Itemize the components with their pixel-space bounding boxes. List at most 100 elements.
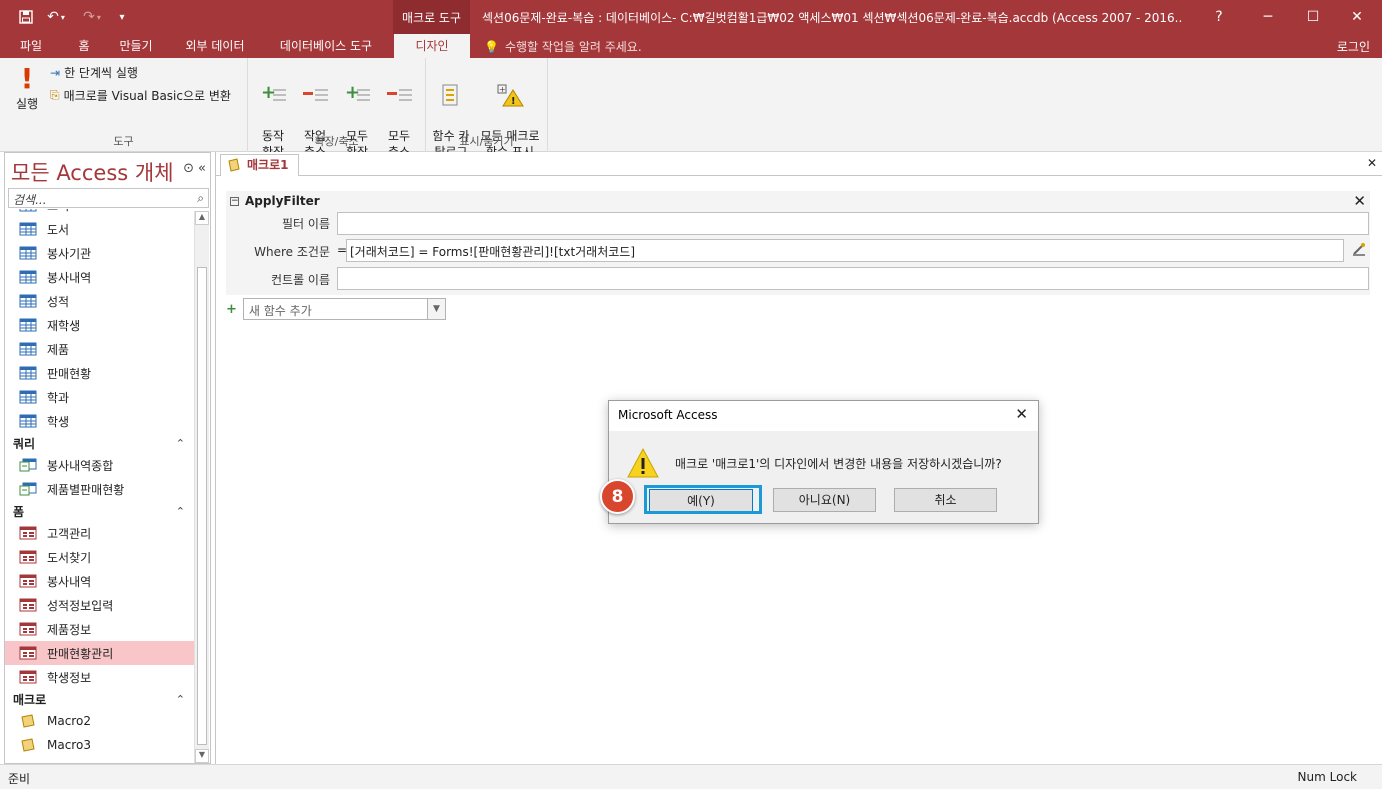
table-item[interactable]: 봉사기관 — [5, 241, 195, 265]
form-item[interactable]: 도서찾기 — [5, 545, 195, 569]
no-button[interactable]: 아니요(N) — [773, 488, 876, 512]
ribbon-group-show-hide: 함수 카 탈로그 +! 모든 매크로 함수 표시 표시/숨기기 — [426, 58, 548, 159]
save-icon[interactable] — [14, 6, 38, 28]
action-name: ApplyFilter — [245, 194, 320, 208]
collapse-actions-icon — [296, 78, 334, 112]
show-all-actions-icon: +! — [476, 78, 544, 112]
table-item[interactable]: 판매현황 — [5, 361, 195, 385]
table-item[interactable]: 도서 — [5, 217, 195, 241]
maximize-button[interactable]: ☐ — [1293, 6, 1333, 28]
applyfilter-action-block[interactable]: − ApplyFilter ✕ 필터 이름 Where 조건문 = [거래처코드… — [226, 191, 1370, 295]
nav-category-macros[interactable]: 매크로 ⌃ — [5, 689, 195, 709]
tab-external-data[interactable]: 외부 데이터 — [174, 34, 256, 58]
status-bar: 준비 Num Lock — [0, 764, 1382, 789]
customize-qat-icon[interactable]: ▾ — [110, 6, 134, 28]
sign-in-link[interactable]: 로그인 — [1337, 38, 1370, 55]
table-item[interactable]: 학과 — [5, 385, 195, 409]
redo-icon[interactable]: ↷ ▾ — [74, 6, 110, 28]
nav-category-forms[interactable]: 폼 ⌃ — [5, 501, 195, 521]
collapse-group-chevron-icon[interactable]: ⌃ — [176, 693, 185, 706]
control-name-input[interactable] — [337, 267, 1369, 290]
cancel-button[interactable]: 취소 — [894, 488, 997, 512]
group-label-tools: 도구 — [113, 135, 134, 148]
tab-design[interactable]: 디자인 — [394, 34, 470, 58]
action-header: − ApplyFilter — [230, 194, 320, 208]
query-item-label: 봉사내역종합 — [47, 458, 114, 473]
add-action-plus-icon: + — [226, 301, 237, 317]
form-icon — [19, 598, 37, 612]
table-item[interactable]: 성적 — [5, 289, 195, 313]
expression-builder-icon[interactable] — [1352, 242, 1366, 259]
tell-me-box[interactable]: 💡 수행할 작업을 알려 주세요. — [484, 38, 642, 55]
table-item[interactable]: 학생 — [5, 409, 195, 433]
form-item[interactable]: 고객관리 — [5, 521, 195, 545]
macro-icon — [19, 738, 37, 752]
table-item[interactable]: 재학생 — [5, 313, 195, 337]
form-icon — [19, 670, 37, 684]
dialog-title: Microsoft Access — [618, 408, 718, 422]
help-button[interactable]: ? — [1199, 6, 1239, 28]
scroll-thumb[interactable] — [197, 267, 207, 745]
nav-search-input[interactable]: 검색... ⌕ — [8, 188, 209, 208]
macro-tools-context-label: 매크로 도구 — [393, 0, 470, 34]
form-item[interactable]: 봉사내역 — [5, 569, 195, 593]
macro-item[interactable]: Macro2 — [5, 709, 195, 733]
nav-pane-title[interactable]: 모든 Access 개체 — [11, 157, 174, 187]
filter-name-input[interactable] — [337, 212, 1369, 235]
form-item-label: 판매현황관리 — [47, 646, 114, 661]
undo-icon[interactable]: ↶ ▾ — [38, 6, 74, 28]
add-new-action-select[interactable]: 새 함수 추가 ▼ — [242, 298, 446, 320]
tab-database-tools[interactable]: 데이터베이스 도구 — [266, 34, 386, 58]
nav-menu-chevron-icon[interactable]: ⊙ — [183, 161, 194, 176]
convert-to-vba-button[interactable]: ⎘ 매크로를 Visual Basic으로 변환 — [50, 87, 231, 104]
table-item-label: 제품 — [47, 342, 70, 357]
search-icon[interactable]: ⌕ — [197, 191, 204, 206]
shutter-bar-collapse-icon[interactable]: « — [198, 161, 206, 176]
tab-create[interactable]: 만들기 — [108, 34, 164, 58]
table-item[interactable]: 봉사내역 — [5, 265, 195, 289]
single-step-button[interactable]: ⇥ 한 단계씩 실행 — [50, 64, 138, 81]
query-item[interactable]: 봉사내역종합 — [5, 453, 195, 477]
scroll-down-icon[interactable]: ▼ — [195, 749, 209, 763]
svg-text:+: + — [499, 85, 506, 94]
tab-home[interactable]: 홈 — [64, 34, 104, 58]
table-item-label: 봉사내역 — [47, 270, 92, 285]
form-item[interactable]: 판매현황관리 — [5, 641, 195, 665]
form-item[interactable]: 성적정보입력 — [5, 593, 195, 617]
close-window-button[interactable]: ✕ — [1337, 6, 1377, 28]
table-item[interactable]: 고객 — [5, 209, 195, 217]
form-item[interactable]: 제품정보 — [5, 617, 195, 641]
document-tabs: 매크로1 ✕ — [216, 152, 1382, 176]
ribbon-group-expand-collapse: + 동작 확장 작업 축소 + 모두 확장 모두 축소 확장/축소 — [248, 58, 426, 159]
dialog-close-icon[interactable]: ✕ — [1015, 405, 1028, 423]
collapse-group-chevron-icon[interactable]: ⌃ — [176, 437, 185, 450]
form-icon — [19, 550, 37, 564]
where-condition-input[interactable]: [거래처코드] = Forms![판매현황관리]![txt거래처코드] — [346, 239, 1344, 262]
delete-action-icon[interactable]: ✕ — [1353, 192, 1366, 210]
single-step-icon: ⇥ — [50, 65, 61, 80]
tab-macro1[interactable]: 매크로1 — [220, 154, 300, 176]
collapse-group-chevron-icon[interactable]: ⌃ — [176, 505, 185, 518]
convert-icon: ⎘ — [50, 88, 60, 102]
collapse-action-icon[interactable]: − — [230, 196, 239, 206]
warning-icon — [626, 447, 660, 482]
run-button[interactable]: ! 실행 — [8, 62, 46, 112]
lightbulb-icon: 💡 — [484, 39, 499, 54]
nav-category-queries[interactable]: 쿼리 ⌃ — [5, 433, 195, 453]
table-item-label: 판매현황 — [47, 366, 92, 381]
table-item[interactable]: 제품 — [5, 337, 195, 361]
query-item[interactable]: 제품별판매현황 — [5, 477, 195, 501]
dialog-message: 매크로 '매크로1'의 디자인에서 변경한 내용을 저장하시겠습니까? — [675, 457, 1002, 471]
nav-category-forms-label: 폼 — [13, 504, 25, 519]
tab-file[interactable]: 파일 — [8, 34, 54, 58]
macro-item[interactable]: Macro3 — [5, 733, 195, 757]
table-item-label: 봉사기관 — [47, 246, 92, 261]
minimize-button[interactable]: ─ — [1248, 6, 1288, 28]
table-item-label: 학과 — [47, 390, 70, 405]
close-document-icon[interactable]: ✕ — [1367, 156, 1377, 170]
scroll-up-icon[interactable]: ▲ — [195, 211, 209, 225]
nav-object-list: 고객도서봉사기관봉사내역성적재학생제품판매현황학과학생쿼리⌃봉사내역종합제품별판… — [5, 209, 195, 764]
nav-scrollbar[interactable]: ▲ ▼ — [194, 211, 209, 763]
dropdown-arrow-icon[interactable]: ▼ — [426, 299, 445, 319]
form-item[interactable]: 학생정보 — [5, 665, 195, 689]
